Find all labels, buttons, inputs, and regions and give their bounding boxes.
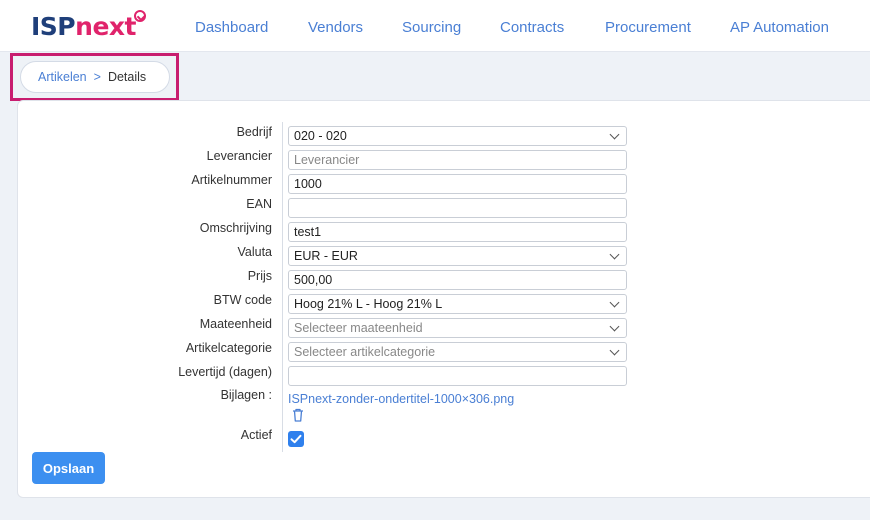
nav-procurement[interactable]: Procurement xyxy=(605,19,691,36)
form-divider xyxy=(282,122,283,452)
nav-dashboard[interactable]: Dashboard xyxy=(195,19,268,36)
label-btw-code: BTW code xyxy=(213,293,272,307)
attachment-file-link[interactable]: ISPnext-zonder-ondertitel-1000×306.png xyxy=(288,392,514,406)
levertijd-input[interactable] xyxy=(288,366,627,386)
label-valuta: Valuta xyxy=(237,245,272,259)
chevron-down-icon xyxy=(609,297,620,308)
omschrijving-input[interactable]: test1 xyxy=(288,222,627,242)
maateenheid-placeholder: Selecteer maateenheid xyxy=(294,321,423,335)
label-ean: EAN xyxy=(246,197,272,211)
label-leverancier: Leverancier xyxy=(206,149,272,163)
chevron-down-icon xyxy=(609,345,620,356)
ean-input[interactable] xyxy=(288,198,627,218)
nav-vendors[interactable]: Vendors xyxy=(308,19,363,36)
label-artikelcategorie: Artikelcategorie xyxy=(185,341,272,355)
label-actief: Actief xyxy=(240,428,272,442)
logo-text-isp: ISP xyxy=(31,12,76,41)
logo-text-next: next xyxy=(75,12,136,41)
chevron-down-icon xyxy=(609,129,620,140)
chevron-down-icon xyxy=(609,321,620,332)
ispnext-logo[interactable]: ISPnext xyxy=(31,12,136,42)
leverancier-input[interactable]: Leverancier xyxy=(288,150,627,170)
trash-icon[interactable] xyxy=(292,408,304,422)
actief-checkbox[interactable] xyxy=(288,431,304,447)
maateenheid-select[interactable]: Selecteer maateenheid xyxy=(288,318,627,338)
label-omschrijving: Omschrijving xyxy=(199,221,272,235)
chevron-down-icon xyxy=(609,249,620,260)
top-navigation-bar: ISPnext Dashboard Vendors Sourcing Contr… xyxy=(0,0,870,52)
btw-code-select[interactable]: Hoog 21% L - Hoog 21% L xyxy=(288,294,627,314)
save-button[interactable]: Opslaan xyxy=(32,452,105,484)
nav-ap-automation[interactable]: AP Automation xyxy=(730,19,829,36)
prijs-input[interactable]: 500,00 xyxy=(288,270,627,290)
label-bijlagen: Bijlagen : xyxy=(220,388,272,402)
valuta-value: EUR - EUR xyxy=(294,249,358,263)
logo-pin-icon xyxy=(134,10,146,22)
nav-contracts[interactable]: Contracts xyxy=(500,19,564,36)
label-artikelnummer: Artikelnummer xyxy=(191,173,272,187)
bedrijf-value: 020 - 020 xyxy=(294,129,347,143)
valuta-select[interactable]: EUR - EUR xyxy=(288,246,627,266)
label-bedrijf: Bedrijf xyxy=(236,125,272,139)
breadcrumb-highlight-box xyxy=(10,53,179,101)
bedrijf-select[interactable]: 020 - 020 xyxy=(288,126,627,146)
artikelnummer-input[interactable]: 1000 xyxy=(288,174,627,194)
label-prijs: Prijs xyxy=(247,269,272,283)
nav-sourcing[interactable]: Sourcing xyxy=(402,19,461,36)
artikelcategorie-placeholder: Selecteer artikelcategorie xyxy=(294,345,436,359)
artikelcategorie-select[interactable]: Selecteer artikelcategorie xyxy=(288,342,627,362)
check-icon xyxy=(290,434,302,444)
label-levertijd: Levertijd (dagen) xyxy=(178,365,272,379)
label-maateenheid: Maateenheid xyxy=(199,317,272,331)
btw-code-value: Hoog 21% L - Hoog 21% L xyxy=(294,297,443,311)
